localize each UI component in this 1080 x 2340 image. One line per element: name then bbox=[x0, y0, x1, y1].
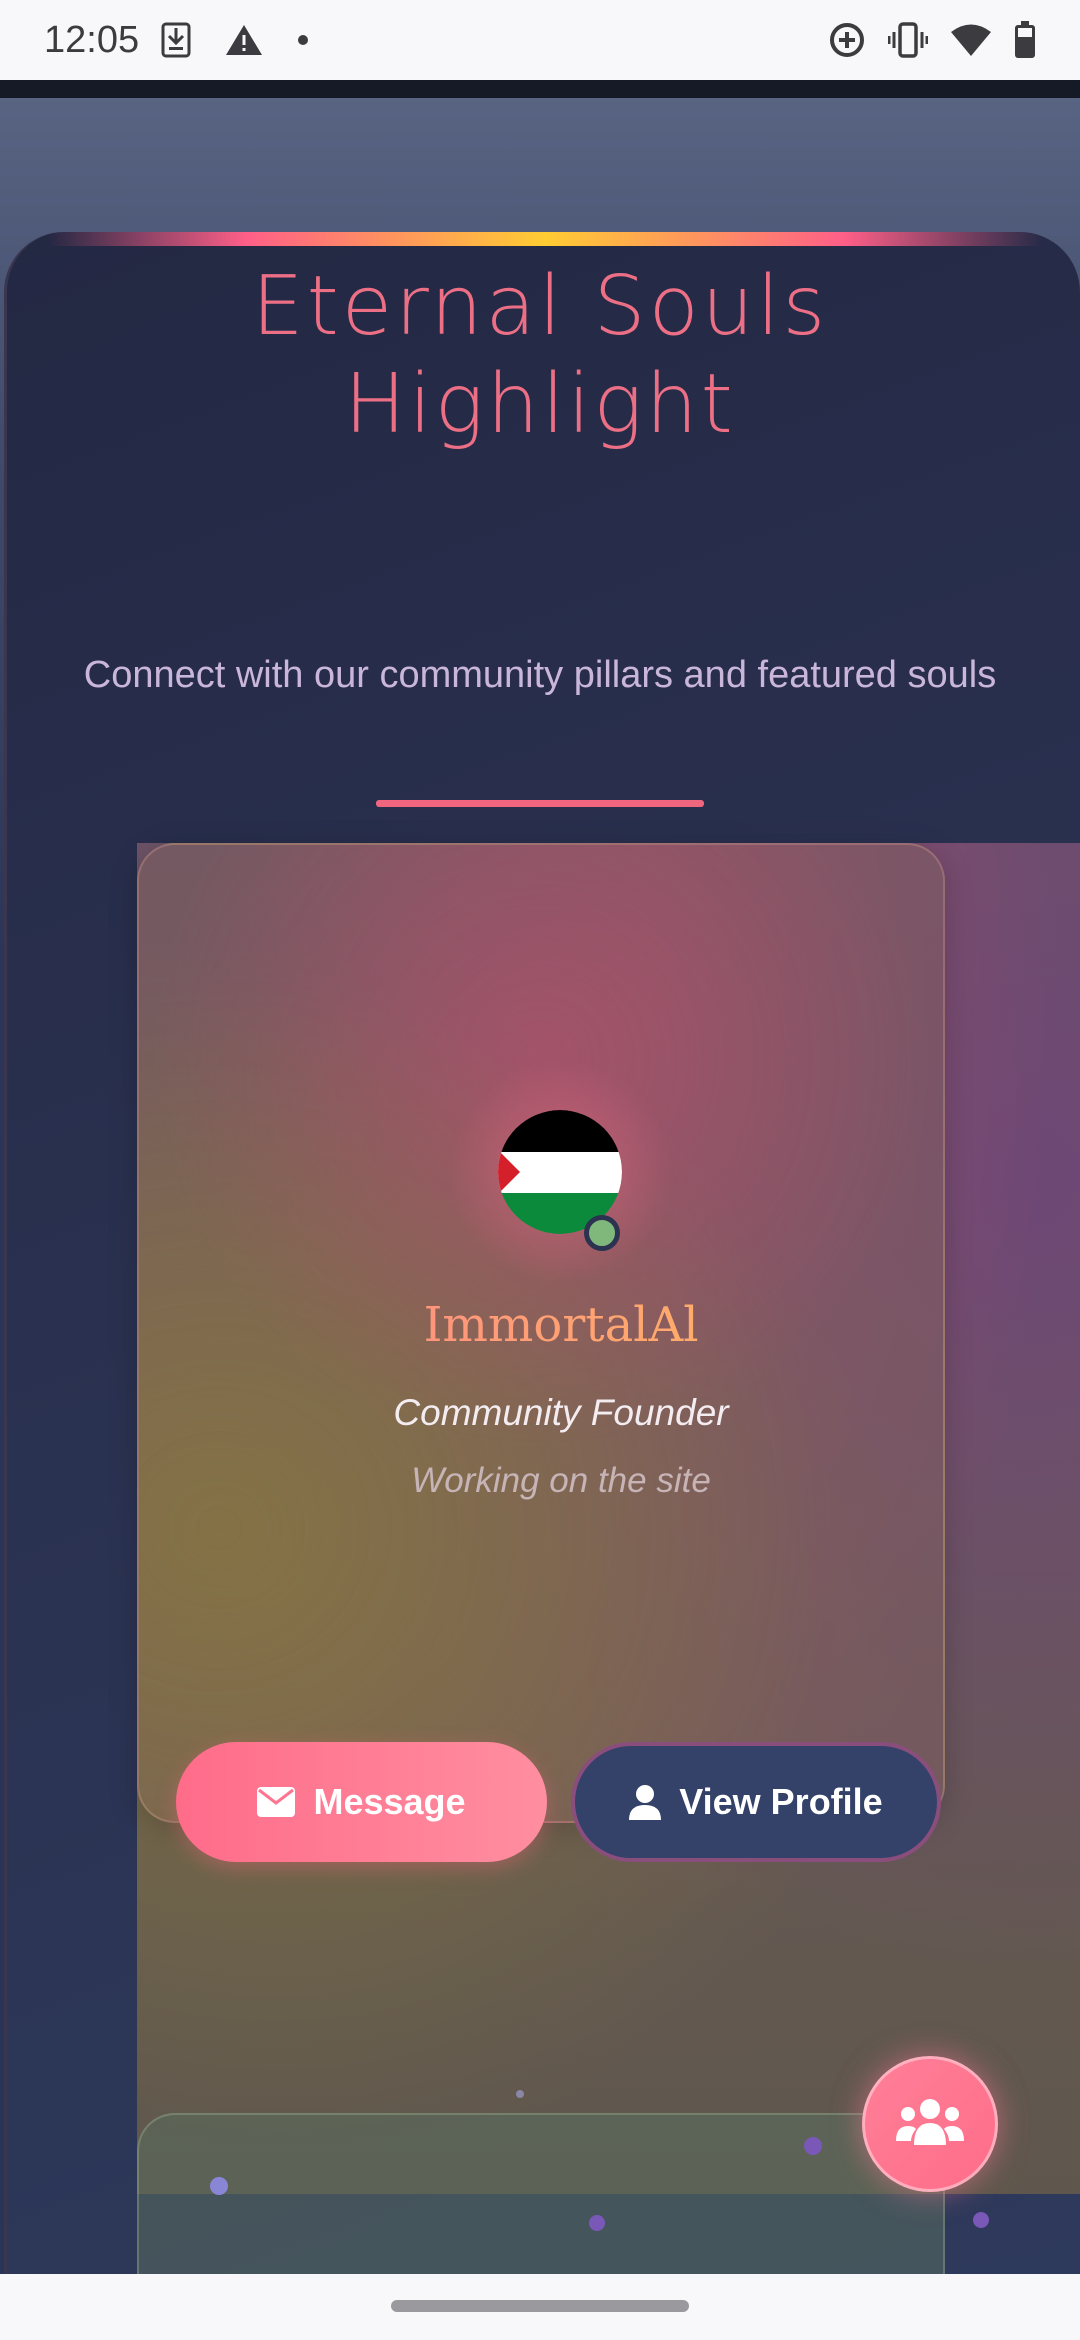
particle-dot bbox=[210, 2177, 228, 2195]
online-status-indicator bbox=[584, 1215, 620, 1251]
view-profile-button[interactable]: View Profile bbox=[571, 1742, 941, 1862]
dot-icon bbox=[297, 34, 309, 46]
warning-icon bbox=[225, 23, 263, 57]
vibrate-icon bbox=[888, 22, 928, 58]
user-icon bbox=[629, 1784, 662, 1820]
users-group-icon bbox=[895, 2097, 965, 2151]
section-subtitle: Connect with our community pillars and f… bbox=[83, 654, 997, 696]
profile-name[interactable]: ImmortalAl bbox=[137, 1295, 985, 1355]
community-fab[interactable] bbox=[862, 2056, 998, 2192]
section-title-line1: Eternal Souls bbox=[251, 259, 829, 354]
message-button[interactable]: Message bbox=[176, 1742, 547, 1862]
status-bar: 12:05 bbox=[0, 0, 1080, 80]
status-time: 12:05 bbox=[44, 18, 140, 61]
data-saver-icon bbox=[828, 21, 866, 59]
section-title-line2: Highlight bbox=[344, 357, 736, 452]
particle-dot bbox=[804, 2137, 822, 2155]
profile-role: Community Founder bbox=[393, 1392, 729, 1433]
particle-dot bbox=[589, 2215, 605, 2231]
home-gesture-handle[interactable] bbox=[391, 2300, 689, 2312]
profile-status-text: Working on the site bbox=[411, 1461, 711, 1500]
wifi-icon bbox=[950, 23, 992, 57]
sim-save-icon bbox=[161, 22, 191, 58]
header-strip bbox=[0, 80, 1080, 98]
status-left-icons bbox=[161, 22, 309, 58]
section-accent-bar bbox=[47, 232, 1043, 246]
title-underline bbox=[376, 800, 704, 807]
particle-dot bbox=[516, 2090, 524, 2098]
particle-dot bbox=[973, 2212, 989, 2228]
battery-icon bbox=[1014, 21, 1036, 59]
section-title: Eternal Souls Highlight bbox=[0, 258, 1080, 454]
view-profile-button-label: View Profile bbox=[679, 1781, 883, 1822]
status-right-icons bbox=[828, 21, 1036, 59]
message-button-label: Message bbox=[313, 1781, 466, 1822]
envelope-icon bbox=[257, 1787, 296, 1817]
